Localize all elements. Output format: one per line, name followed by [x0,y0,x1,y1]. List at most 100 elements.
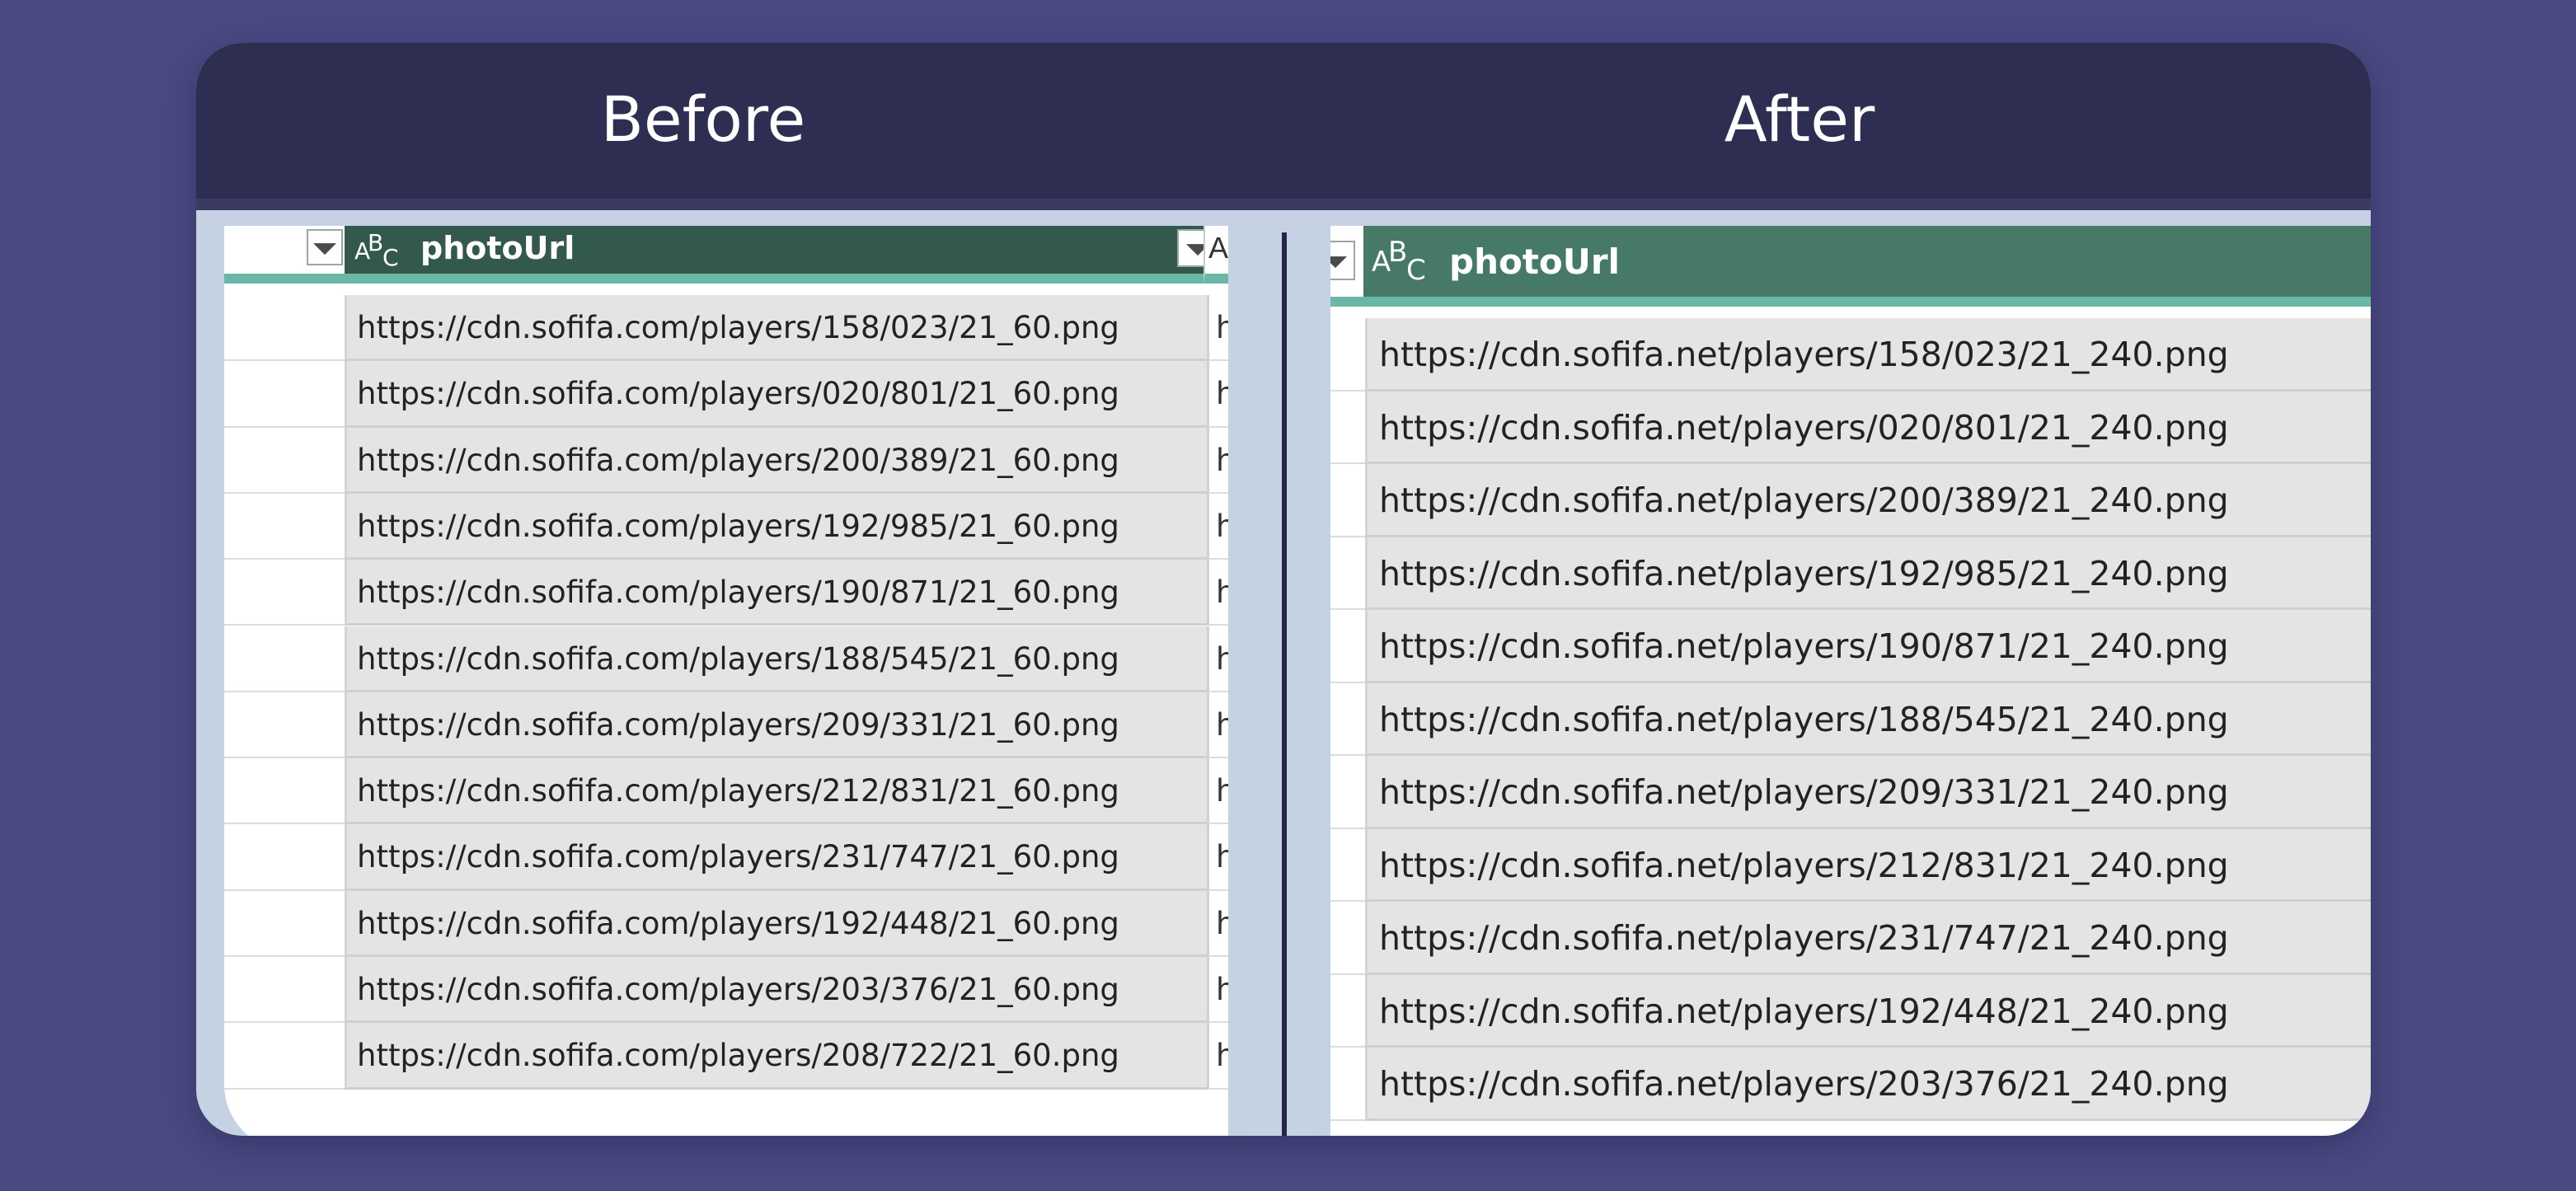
row-leading-cell [224,890,345,957]
table-row[interactable]: https://cdn.sofifa.net/players/188/545/2… [1330,682,2371,756]
prev-column-filter-button[interactable] [1330,241,1355,280]
table-row[interactable]: https://cdn.sofifa.com/players/192/448/2… [224,890,1228,957]
before-prev-column-header [224,226,345,284]
next-column-cell[interactable]: h [1207,824,1228,891]
table-row[interactable]: https://cdn.sofifa.com/players/212/831/2… [224,758,1228,825]
table-row[interactable]: https://cdn.sofifa.net/players/192/985/2… [1330,537,2371,610]
row-leading-cell [1330,902,1365,975]
before-after-divider [1282,232,1287,1136]
table-row[interactable]: https://cdn.sofifa.net/players/200/389/2… [1330,464,2371,537]
table-row[interactable]: https://cdn.sofifa.com/players/203/376/2… [224,957,1228,1024]
table-row[interactable]: https://cdn.sofifa.net/players/020/801/2… [1330,391,2371,464]
row-leading-cell [1330,318,1365,392]
column-name: photoUrl [420,230,575,266]
abc-text-type-icon: A B C [354,229,399,271]
photourl-cell[interactable]: https://cdn.sofifa.net/players/192/448/2… [1365,974,2371,1048]
row-leading-cell [1330,391,1365,464]
table-row[interactable]: https://cdn.sofifa.net/players/231/747/2… [1330,902,2371,975]
table-row[interactable]: https://cdn.sofifa.net/players/158/023/2… [1330,318,2371,392]
table-row[interactable]: https://cdn.sofifa.com/players/200/389/2… [224,427,1228,494]
row-leading-cell [1330,682,1365,756]
photourl-cell[interactable]: https://cdn.sofifa.net/players/188/545/2… [1365,682,2371,756]
next-column-cell[interactable]: h [1207,1023,1228,1090]
photourl-cell[interactable]: https://cdn.sofifa.com/players/208/722/2… [345,1023,1207,1090]
table-row[interactable]: https://cdn.sofifa.net/players/209/331/2… [1330,756,2371,829]
row-leading-cell [1330,610,1365,683]
next-column-cell[interactable]: h [1207,692,1228,759]
photourl-cell[interactable]: https://cdn.sofifa.com/players/020/801/2… [345,361,1207,428]
photourl-cell[interactable]: https://cdn.sofifa.com/players/192/985/2… [345,493,1207,560]
table-row[interactable]: https://cdn.sofifa.com/players/158/023/2… [224,295,1228,362]
comparison-card: Before After A B C photoUrl A https://cd… [196,43,2371,1136]
row-leading-cell [224,692,345,759]
row-leading-cell [1330,828,1365,902]
photourl-cell[interactable]: https://cdn.sofifa.net/players/200/389/2… [1365,464,2371,537]
table-row[interactable]: https://cdn.sofifa.com/players/020/801/2… [224,361,1228,428]
table-row[interactable]: https://cdn.sofifa.net/players/192/448/2… [1330,974,2371,1048]
table-row[interactable]: https://cdn.sofifa.com/players/190/871/2… [224,560,1228,626]
column-name: photoUrl [1449,241,1620,282]
next-column-cell[interactable]: h [1207,295,1228,362]
table-row[interactable]: https://cdn.sofifa.net/players/203/376/2… [1330,1048,2371,1121]
row-leading-cell [224,626,345,692]
row-leading-cell [224,493,345,560]
after-column-header-row: A B C photoUrl [1330,226,2371,307]
before-column-header-row: A B C photoUrl A [224,226,1228,284]
row-leading-cell [1330,974,1365,1048]
next-column-cell[interactable]: h [1207,890,1228,957]
next-column-cell[interactable]: h [1207,626,1228,692]
photourl-cell[interactable]: https://cdn.sofifa.com/players/192/448/2… [345,890,1207,957]
table-row[interactable]: https://cdn.sofifa.net/players/212/831/2… [1330,828,2371,902]
row-leading-cell [224,957,345,1024]
header-band [196,199,2371,210]
before-heading: Before [600,82,806,156]
photourl-cell[interactable]: https://cdn.sofifa.com/players/158/023/2… [345,295,1207,362]
next-column-cell[interactable]: h [1207,361,1228,428]
row-leading-cell [224,427,345,494]
photourl-cell[interactable]: https://cdn.sofifa.net/players/203/376/2… [1365,1048,2371,1121]
photourl-cell[interactable]: https://cdn.sofifa.com/players/212/831/2… [345,758,1207,825]
photourl-cell[interactable]: https://cdn.sofifa.net/players/212/831/2… [1365,828,2371,902]
row-leading-cell [224,824,345,891]
row-leading-cell [1330,537,1365,610]
abc-text-type-icon: A B C [1372,236,1426,287]
before-photourl-column-header[interactable]: A B C photoUrl [345,226,1218,284]
after-prev-column-header [1330,226,1363,307]
photourl-cell[interactable]: https://cdn.sofifa.com/players/203/376/2… [345,957,1207,1024]
photourl-cell[interactable]: https://cdn.sofifa.net/players/192/985/2… [1365,537,2371,610]
row-leading-cell [224,361,345,428]
row-leading-cell [224,758,345,825]
table-row[interactable]: https://cdn.sofifa.com/players/192/985/2… [224,493,1228,560]
row-leading-cell [1330,1048,1365,1121]
photourl-cell[interactable]: https://cdn.sofifa.com/players/200/389/2… [345,427,1207,494]
prev-column-filter-button[interactable] [307,229,343,265]
next-column-cell[interactable]: h [1207,758,1228,825]
before-next-column-header[interactable]: A [1204,226,1228,284]
table-row[interactable]: https://cdn.sofifa.com/players/188/545/2… [224,626,1228,692]
photourl-cell[interactable]: https://cdn.sofifa.net/players/209/331/2… [1365,756,2371,829]
photourl-cell[interactable]: https://cdn.sofifa.net/players/231/747/2… [1365,902,2371,975]
next-column-cell[interactable]: h [1207,560,1228,626]
table-row[interactable]: https://cdn.sofifa.com/players/231/747/2… [224,824,1228,891]
comparison-header: Before After [196,43,2371,199]
after-table-pane: A B C photoUrl https://cdn.sofifa.net/pl… [1330,226,2371,1136]
row-leading-cell [224,295,345,362]
table-row[interactable]: https://cdn.sofifa.com/players/208/722/2… [224,1023,1228,1090]
row-leading-cell [224,560,345,626]
after-photourl-column-header[interactable]: A B C photoUrl [1363,226,2371,307]
row-leading-cell [224,1023,345,1090]
next-column-cell[interactable]: h [1207,493,1228,560]
photourl-cell[interactable]: https://cdn.sofifa.com/players/231/747/2… [345,824,1207,891]
after-heading: After [1724,82,1875,156]
next-column-cell[interactable]: h [1207,427,1228,494]
photourl-cell[interactable]: https://cdn.sofifa.net/players/020/801/2… [1365,391,2371,464]
table-row[interactable]: https://cdn.sofifa.com/players/209/331/2… [224,692,1228,759]
row-leading-cell [1330,464,1365,537]
photourl-cell[interactable]: https://cdn.sofifa.com/players/209/331/2… [345,692,1207,759]
photourl-cell[interactable]: https://cdn.sofifa.net/players/158/023/2… [1365,318,2371,392]
next-column-cell[interactable]: h [1207,957,1228,1024]
table-row[interactable]: https://cdn.sofifa.net/players/190/871/2… [1330,610,2371,683]
photourl-cell[interactable]: https://cdn.sofifa.com/players/190/871/2… [345,560,1207,626]
photourl-cell[interactable]: https://cdn.sofifa.net/players/190/871/2… [1365,610,2371,683]
photourl-cell[interactable]: https://cdn.sofifa.com/players/188/545/2… [345,626,1207,692]
